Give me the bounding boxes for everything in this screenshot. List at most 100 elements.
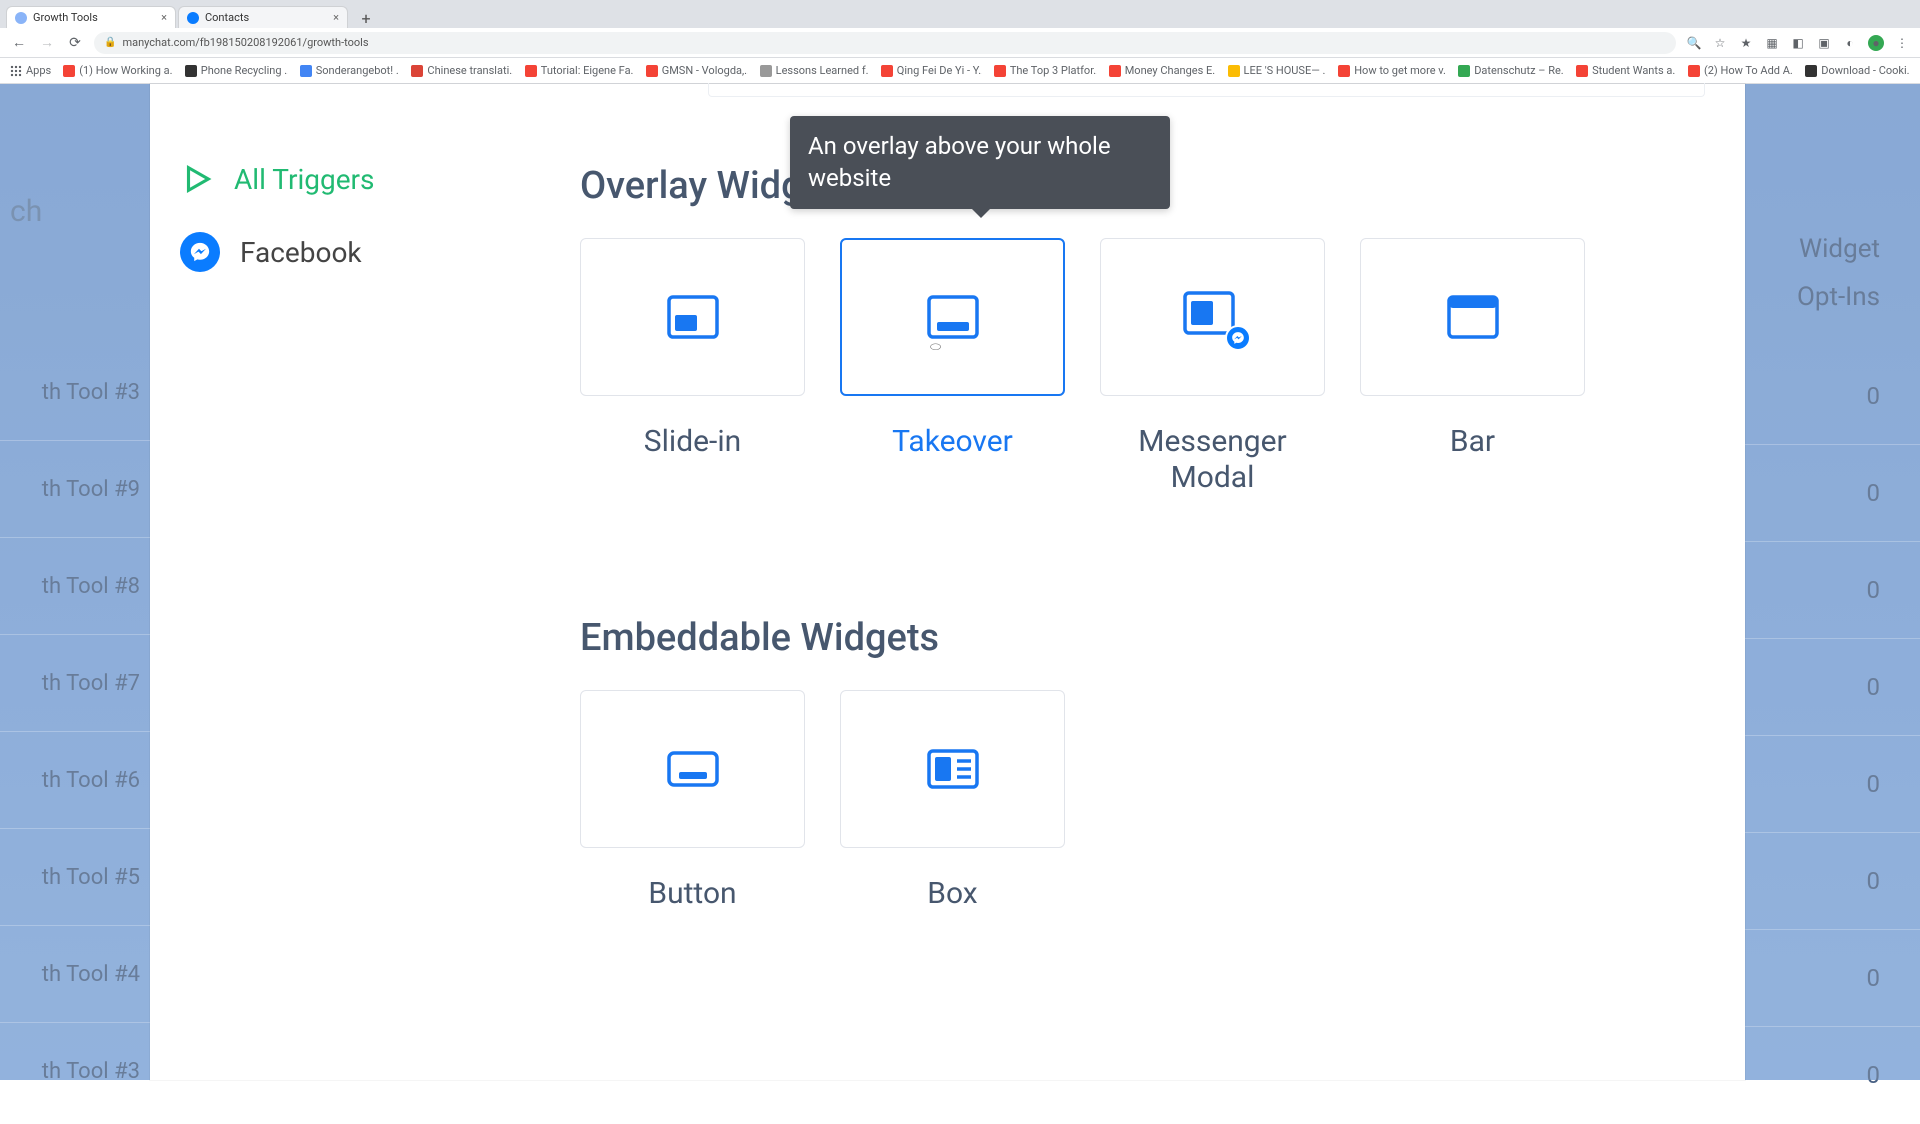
extension-icon[interactable]: ▣ <box>1816 35 1832 51</box>
bg-optin-value: 0 <box>1745 930 1920 1027</box>
cursor-icon: ⬭ <box>930 340 941 355</box>
card-box[interactable] <box>1360 238 1585 396</box>
bookmark-item[interactable]: Download - Cooki... <box>1805 64 1910 77</box>
bookmark-item[interactable]: Money Changes E... <box>1109 64 1216 77</box>
apps-label: Apps <box>26 64 51 77</box>
new-tab-button[interactable]: + <box>356 8 376 28</box>
bookmark-item[interactable]: Student Wants a... <box>1576 64 1676 77</box>
menu-icon[interactable]: ⋮ <box>1894 35 1910 51</box>
back-button[interactable]: ← <box>10 34 28 52</box>
widget-card-bar[interactable]: Bar <box>1360 238 1585 496</box>
tab-favicon <box>187 12 199 24</box>
bg-optin-value: 0 <box>1745 348 1920 445</box>
button-icon <box>667 747 719 791</box>
bg-right-header: Widget Opt-Ins <box>1745 84 1920 312</box>
bookmark-item[interactable]: GMSN - Vologda,... <box>646 64 748 77</box>
card-box[interactable] <box>580 238 805 396</box>
forward-button[interactable]: → <box>38 34 56 52</box>
bg-row: th Tool #5 <box>0 829 150 926</box>
address-bar-row: ← → ⟳ 🔒 manychat.com/fb198150208192061/g… <box>0 28 1920 58</box>
modal-content: Overlay Widgets An overlay above your wh… <box>580 164 1705 1080</box>
extension-icon[interactable]: ▦ <box>1764 35 1780 51</box>
profile-avatar[interactable]: ● <box>1868 35 1884 51</box>
tooltip: An overlay above your whole website <box>790 116 1170 209</box>
lock-icon: 🔒 <box>104 37 116 48</box>
close-icon[interactable]: × <box>161 11 167 24</box>
card-label: Box <box>840 876 1065 912</box>
messenger-modal-icon <box>1183 291 1243 343</box>
bg-right-title: Opt-Ins <box>1745 282 1880 312</box>
sidebar-label: All Triggers <box>234 163 375 196</box>
widget-card-takeover[interactable]: ⬭ Takeover <box>840 238 1065 496</box>
bookmark-item[interactable]: Chinese translati... <box>411 64 512 77</box>
address-bar[interactable]: 🔒 manychat.com/fb198150208192061/growth-… <box>94 32 1676 54</box>
sidebar-label: Facebook <box>240 236 362 269</box>
messenger-badge-icon <box>1225 325 1251 351</box>
bookmark-item[interactable]: (1) How Working a... <box>63 64 173 77</box>
bg-optin-value: 0 <box>1745 639 1920 736</box>
star-icon[interactable]: ☆ <box>1712 35 1728 51</box>
messenger-icon <box>180 232 220 272</box>
browser-chrome: Growth Tools × Contacts × + ← → ⟳ 🔒 many… <box>0 0 1920 84</box>
widget-card-button[interactable]: Button <box>580 690 805 912</box>
card-box[interactable] <box>1100 238 1325 396</box>
sidebar-item-facebook[interactable]: Facebook <box>150 214 450 290</box>
card-label: Bar <box>1360 424 1585 460</box>
bg-optin-value: 0 <box>1745 1027 1920 1124</box>
apps-button[interactable]: Apps <box>10 64 51 77</box>
bookmark-item[interactable]: Sonderangebot! ... <box>300 64 400 77</box>
bookmark-item[interactable]: Qing Fei De Yi - Y... <box>881 64 982 77</box>
bookmark-item[interactable]: The Top 3 Platfor... <box>994 64 1097 77</box>
widget-card-slidein[interactable]: Slide-in <box>580 238 805 496</box>
reload-button[interactable]: ⟳ <box>66 34 84 52</box>
bg-row: th Tool #8 <box>0 538 150 635</box>
widget-picker-modal: All Triggers Facebook Overlay Widgets An… <box>150 84 1745 1080</box>
bg-optin-value: 0 <box>1745 833 1920 930</box>
extension-icon[interactable]: ◐ <box>1842 35 1858 51</box>
sidebar-item-all-triggers[interactable]: All Triggers <box>150 144 450 214</box>
close-icon[interactable]: × <box>333 11 339 24</box>
bg-right-col: Widget Opt-Ins 0 0 0 0 0 0 0 0 <box>1745 84 1920 1080</box>
card-box[interactable] <box>580 690 805 848</box>
card-label: Messenger Modal <box>1100 424 1325 496</box>
widget-card-box[interactable]: Box <box>840 690 1065 912</box>
bg-left-list: th Tool #3 th Tool #9 th Tool #8 th Tool… <box>0 84 150 1080</box>
bg-row: th Tool #7 <box>0 635 150 732</box>
tab-favicon <box>15 12 27 24</box>
star-filled-icon[interactable]: ★ <box>1738 35 1754 51</box>
bookmark-item[interactable]: Tutorial: Eigene Fa... <box>525 64 634 77</box>
browser-tab-contacts[interactable]: Contacts × <box>178 6 348 28</box>
bg-row: th Tool #9 <box>0 441 150 538</box>
tooltip-text: An overlay above your whole website <box>808 132 1111 192</box>
card-box[interactable]: ⬭ <box>840 238 1065 396</box>
bg-right-title: Widget <box>1745 234 1880 264</box>
overlay-cards: Slide-in ⬭ Takeover <box>580 238 1705 496</box>
bg-optin-value: 0 <box>1745 542 1920 639</box>
embeddable-section: Embeddable Widgets Button <box>580 616 1705 912</box>
bookmark-item[interactable]: LEE 'S HOUSE— ... <box>1228 64 1327 77</box>
bookmark-item[interactable]: (2) How To Add A... <box>1688 64 1793 77</box>
slidein-icon <box>667 295 719 339</box>
url-text: manychat.com/fb198150208192061/growth-to… <box>122 36 368 49</box>
bar-icon <box>1447 295 1499 339</box>
bg-row: th Tool #3 <box>0 1023 150 1120</box>
play-icon <box>180 162 214 196</box>
browser-tab-growth-tools[interactable]: Growth Tools × <box>6 6 176 28</box>
card-label: Takeover <box>840 424 1065 460</box>
bookmark-item[interactable]: How to get more v... <box>1338 64 1446 77</box>
bg-row: th Tool #3 <box>0 344 150 441</box>
search-bar-fragment <box>708 83 1705 97</box>
bg-optin-value: 0 <box>1745 736 1920 833</box>
tab-title: Contacts <box>205 11 327 24</box>
bookmark-item[interactable]: Lessons Learned f... <box>760 64 869 77</box>
embeddable-cards: Button <box>580 690 1705 912</box>
apps-grid-icon <box>10 65 22 77</box>
extension-icon[interactable]: ◧ <box>1790 35 1806 51</box>
zoom-icon[interactable]: 🔍 <box>1686 35 1702 51</box>
bookmarks-bar: Apps (1) How Working a... Phone Recyclin… <box>0 58 1920 84</box>
widget-card-messenger-modal[interactable]: Messenger Modal <box>1100 238 1325 496</box>
bookmark-item[interactable]: Datenschutz – Re... <box>1458 64 1564 77</box>
toolbar-icons: 🔍 ☆ ★ ▦ ◧ ▣ ◐ ● ⋮ <box>1686 35 1910 51</box>
bookmark-item[interactable]: Phone Recycling ... <box>185 64 288 77</box>
card-box[interactable] <box>840 690 1065 848</box>
